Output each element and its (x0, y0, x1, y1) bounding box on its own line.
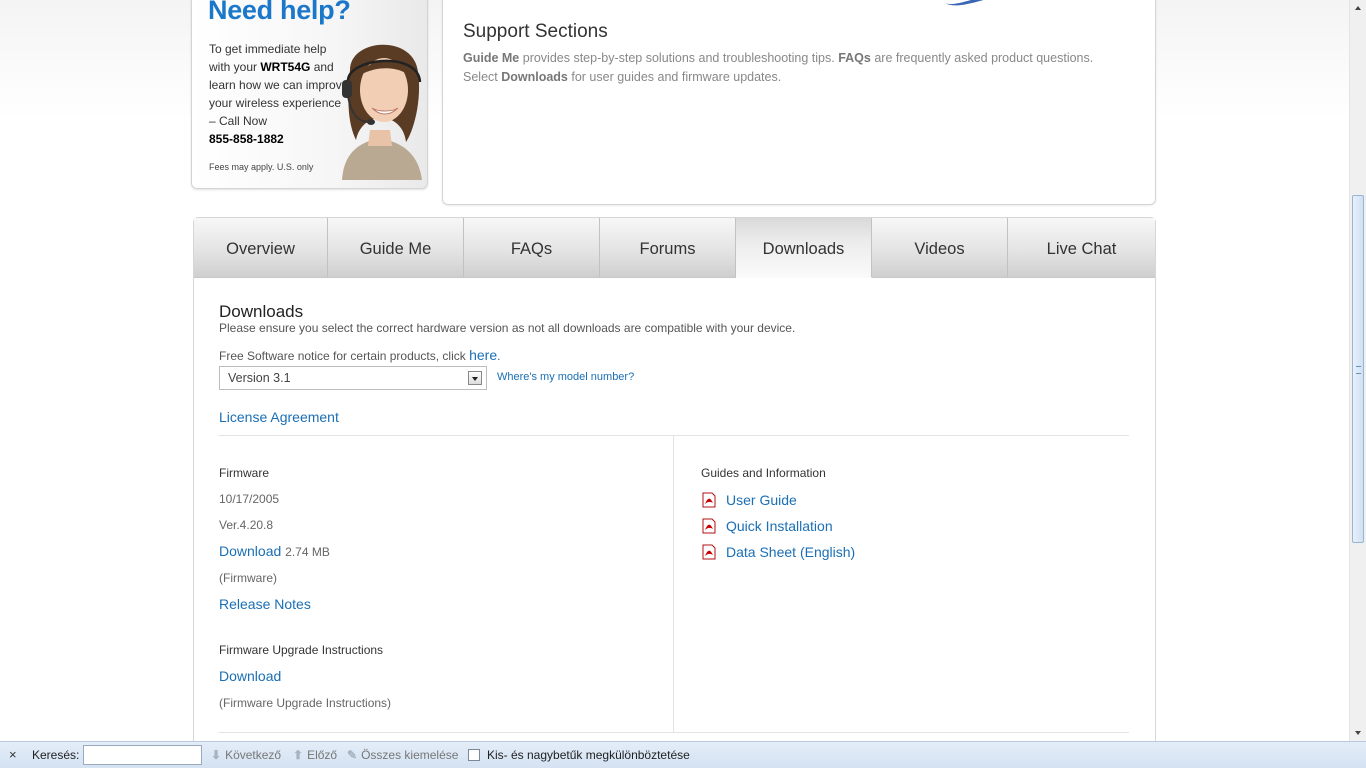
free-software-period: . (497, 349, 501, 363)
firmware-version: Ver.4.20.8 (219, 518, 274, 532)
grip-icon (1356, 366, 1361, 374)
product-tabs-panel: Overview Guide Me FAQs Forums Downloads … (193, 217, 1156, 741)
license-agreement-link[interactable]: License Agreement (219, 409, 339, 425)
vertical-scrollbar[interactable] (1349, 0, 1366, 741)
find-bar: × Keresés: ⬇ Következő ⬆ Előző ✎ Összes kie… (0, 741, 1366, 768)
pdf-icon (702, 492, 716, 508)
chevron-down-icon[interactable] (468, 371, 482, 385)
free-software-text: Free Software notice for certain product… (219, 349, 470, 363)
upgrade-type: (Firmware Upgrade Instructions) (219, 696, 392, 710)
help-model: WRT54G (260, 60, 311, 74)
column-divider (673, 435, 674, 732)
model-number-link[interactable]: Where's my model number? (497, 371, 634, 383)
help-fees: Fees may apply. U.S. only (209, 162, 314, 172)
find-next-label: Következő (225, 748, 282, 762)
firmware-download-link[interactable]: Download (219, 543, 281, 559)
support-sections-description: Guide Me provides step-by-step solutions… (463, 49, 1143, 87)
find-prev-button[interactable]: ⬆ Előző (293, 748, 337, 762)
find-label: Keresés: (32, 748, 80, 762)
tab-overview[interactable]: Overview (194, 218, 328, 278)
support-text-2: are frequently asked product questions. (870, 51, 1094, 65)
highlight-all-button[interactable]: ✎ Összes kiemelése (347, 748, 458, 762)
arrow-down-icon: ⬇ (211, 748, 222, 762)
tab-live-chat[interactable]: Live Chat (1008, 218, 1155, 278)
find-input[interactable] (83, 745, 202, 765)
pdf-icon (702, 544, 716, 560)
guides-heading: Guides and Information (701, 466, 826, 480)
divider (219, 732, 1129, 733)
downloads-title: Downloads (219, 302, 304, 321)
find-next-button[interactable]: ⬇ Következő (211, 748, 281, 762)
support-text-4: for user guides and firmware updates. (567, 70, 782, 84)
find-prev-label: Előző (307, 748, 338, 762)
support-text-3: Select (463, 70, 502, 84)
support-downloads: Downloads (501, 70, 568, 84)
highlighter-icon: ✎ (347, 748, 358, 762)
here-link[interactable]: here (469, 347, 497, 363)
close-icon[interactable]: × (9, 747, 17, 762)
firmware-heading: Firmware (219, 466, 269, 480)
tab-bar: Overview Guide Me FAQs Forums Downloads … (194, 218, 1155, 279)
match-case-label[interactable]: Kis- és nagybetűk megkülönböztetése (487, 748, 690, 762)
firmware-upgrade-heading: Firmware Upgrade Instructions (219, 643, 384, 657)
firmware-type: (Firmware) (219, 571, 277, 585)
guide-label[interactable]: User Guide (726, 492, 797, 508)
firmware-download-row: Download 2.74 MB (219, 543, 330, 559)
tab-forums[interactable]: Forums (600, 218, 736, 278)
need-help-title: Need help? (208, 0, 351, 25)
support-guide-me: Guide Me (463, 51, 520, 65)
free-software-notice: Free Software notice for certain product… (219, 347, 500, 363)
version-select[interactable]: Version 3.1 (219, 366, 487, 390)
arrow-up-icon: ⬆ (293, 748, 304, 762)
page-content: Need help? To get immediate help with yo… (0, 0, 1349, 741)
support-sections-title: Support Sections (463, 21, 608, 42)
match-case-checkbox[interactable] (468, 749, 480, 761)
tab-faqs[interactable]: FAQs (464, 218, 600, 278)
scroll-up-arrow-icon[interactable] (1350, 0, 1366, 17)
version-select-value: Version 3.1 (228, 371, 291, 385)
upgrade-download-link[interactable]: Download (219, 668, 281, 684)
need-help-box: Need help? To get immediate help with yo… (191, 0, 428, 189)
highlight-all-label: Összes kiemelése (361, 748, 459, 762)
support-agent-image (342, 44, 422, 180)
guide-label[interactable]: Data Sheet (English) (726, 544, 855, 560)
firmware-date: 10/17/2005 (219, 492, 280, 506)
support-sections-box: Support Sections Guide Me provides step-… (442, 0, 1156, 205)
tab-downloads[interactable]: Downloads (736, 218, 872, 278)
divider (219, 435, 1129, 436)
tab-videos[interactable]: Videos (872, 218, 1008, 278)
pdf-icon (702, 518, 716, 534)
downloads-note: Please ensure you select the correct har… (219, 321, 796, 335)
release-notes-link[interactable]: Release Notes (219, 596, 311, 612)
scrollbar-thumb[interactable] (1352, 195, 1364, 543)
scroll-down-arrow-icon[interactable] (1350, 724, 1366, 741)
support-text-1: provides step-by-step solutions and trou… (519, 51, 839, 65)
support-faqs: FAQs (838, 51, 871, 65)
decorative-swoosh (945, 0, 984, 6)
guide-label[interactable]: Quick Installation (726, 518, 833, 534)
tab-guide-me[interactable]: Guide Me (328, 218, 464, 278)
firmware-size: 2.74 MB (285, 545, 330, 559)
